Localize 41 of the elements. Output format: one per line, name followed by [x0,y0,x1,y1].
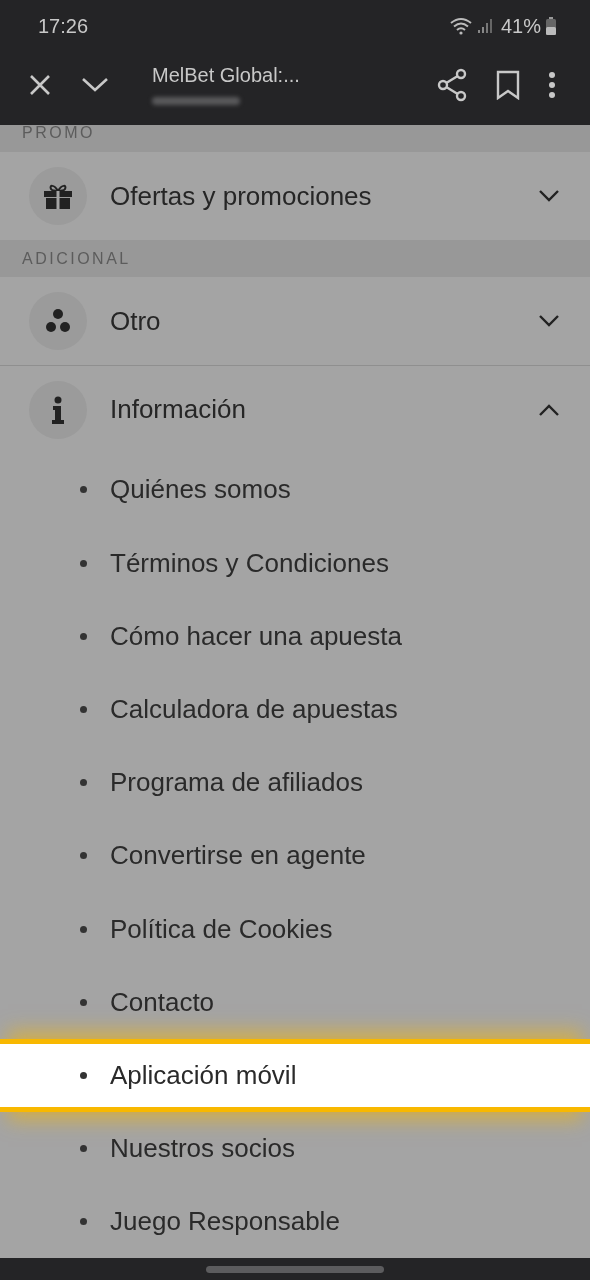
bullet-icon [80,1218,87,1226]
section-header: PROMO [22,124,95,143]
share-icon [436,67,468,102]
chevron-icon [538,402,560,417]
menu-item[interactable]: Otro [0,277,590,366]
submenu-link[interactable]: Nuestros socios [0,1112,590,1186]
page-title: MelBet Global:... [152,64,301,88]
bullet-icon [80,998,87,1006]
bullet-icon [80,925,87,933]
section-header: ADICIONAL [22,249,131,268]
submenu-link[interactable]: Calculadora de apuestas [0,672,590,747]
submenu-link[interactable]: Juego Responsable [0,1185,590,1259]
submenu-link[interactable]: Contacto [0,965,590,1039]
wifi-icon [449,17,472,35]
submenu-link[interactable]: Convertirse en agente [0,819,590,893]
submenu-link[interactable]: Términos y Condiciones [0,526,590,600]
submenu-link[interactable]: Aplicación móvil [0,1038,590,1113]
bookmark-icon [496,69,520,100]
battery-icon [546,17,556,35]
home-handle[interactable] [206,1265,384,1273]
chevron-icon [538,314,560,329]
submenu-link[interactable]: Programa de afiliados [0,746,590,820]
battery-percent: 41% [500,14,541,38]
bullet-icon [80,706,87,714]
bullet-icon [80,1072,87,1079]
submenu-link[interactable]: Quiénes somos [0,453,590,527]
bullet-icon [80,779,87,787]
signal-icon [476,18,493,34]
more-icon [548,70,556,99]
bullet-icon [80,1145,87,1153]
bullet-icon [80,852,87,860]
close-icon [28,72,52,97]
menu-item[interactable]: Ofertas y promociones [0,152,590,241]
bullet-icon [80,632,87,640]
bullet-icon [80,486,87,494]
menu-item[interactable]: Información [0,365,590,454]
bullet-icon [80,559,87,567]
submenu-link[interactable]: Cómo hacer una apuesta [0,599,590,673]
submenu-link[interactable]: Política de Cookies [0,892,590,966]
status-time: 17:26 [38,14,89,38]
chevron-icon [538,189,560,204]
